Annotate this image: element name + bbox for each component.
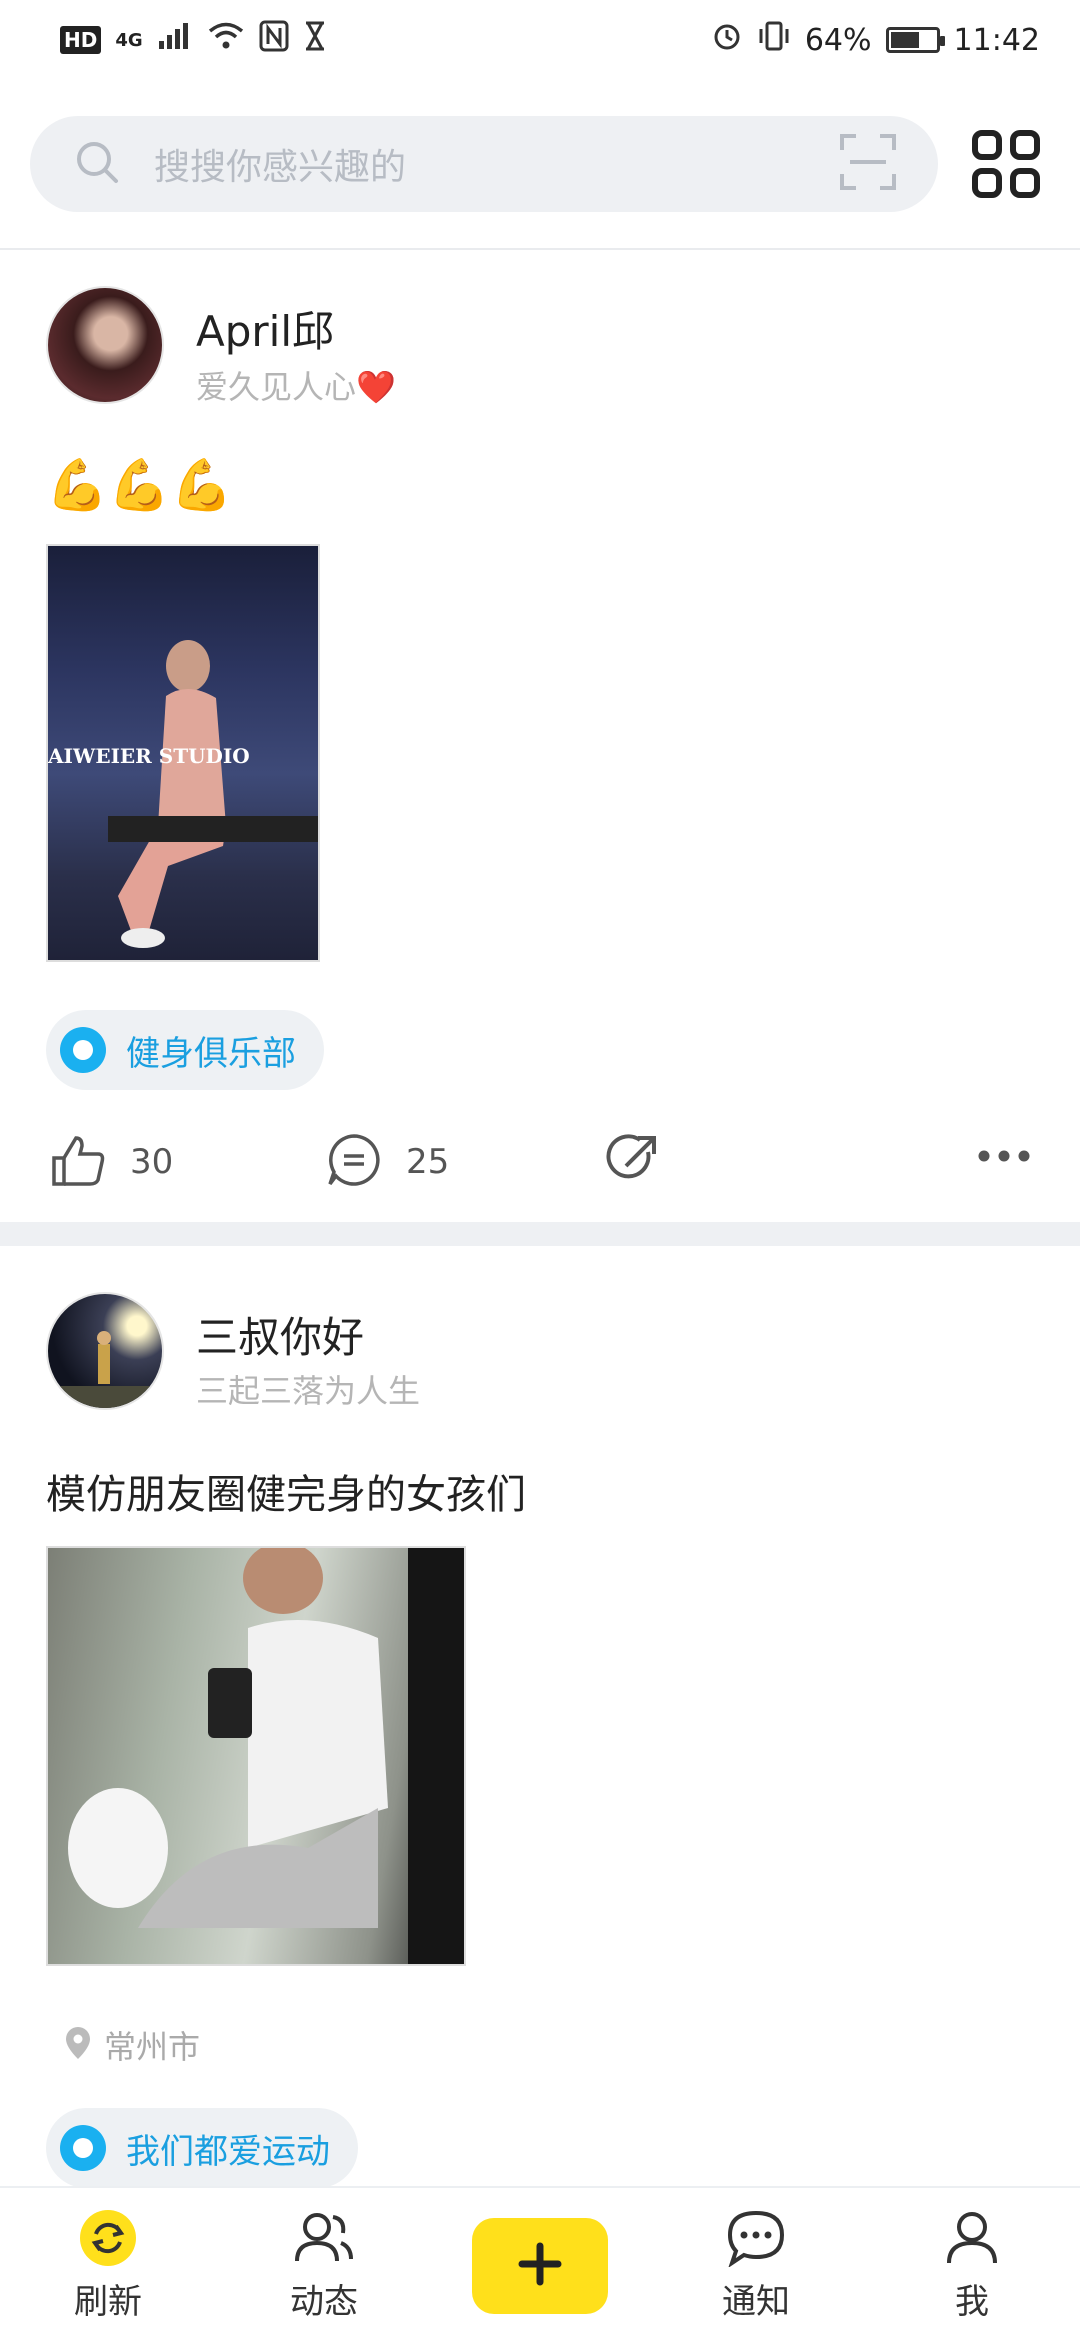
nav-me[interactable]: 我 [892,2188,1052,2340]
share-icon [604,1132,660,1192]
nav-refresh[interactable]: 刷新 [28,2188,188,2340]
photo-watermark: AIWEIER STUDIO [48,744,250,768]
user-icon [943,2206,1001,2270]
search-input[interactable]: 搜搜你感兴趣的 [30,116,938,212]
user-signature: 爱久见人心❤️ [196,368,396,406]
post-card: April邱 爱久见人心❤️ 💪💪💪 AIWEIER STUDIO 健身俱乐部 … [0,252,1080,1222]
vibrate-icon [757,20,791,60]
nav-feed[interactable]: 动态 [244,2188,404,2340]
like-button[interactable]: 30 [50,1132,173,1192]
username[interactable]: April邱 [196,298,334,359]
post-text: 模仿朋友圈健完身的女孩们 [46,1472,526,1518]
comment-icon [326,1132,382,1192]
nav-label: 刷新 [74,2282,142,2322]
post-photo[interactable] [46,1546,466,1966]
hd-badge: HD [60,26,102,54]
apps-grid-icon[interactable] [972,130,1040,198]
post-divider [0,1222,1080,1246]
search-icon [74,139,120,189]
battery-percent: 64% [804,22,872,58]
circle-tag[interactable]: 我们都爱运动 [46,2108,358,2188]
location[interactable]: 常州市 [64,2022,200,2068]
message-icon [726,2206,786,2270]
circle-dot-icon [60,1027,106,1073]
alarm-icon [711,20,743,60]
plus-icon [516,2240,564,2292]
nfc-icon [259,20,289,60]
circle-tag-label: 我们都爱运动 [126,2131,330,2172]
post-actions: 30 25 [0,1132,1080,1212]
refresh-icon [78,2206,138,2270]
battery-fill [890,32,919,48]
wifi-icon [207,21,245,59]
post-add-button[interactable] [472,2218,608,2314]
nav-label: 通知 [722,2282,790,2322]
nav-notifications[interactable]: 通知 [676,2188,836,2340]
nav-label: 我 [955,2282,989,2322]
more-dots-icon [976,1148,1032,1168]
status-left: HD 4G [60,20,327,60]
hourglass-icon [303,20,327,60]
circle-tag[interactable]: 健身俱乐部 [46,1010,324,1090]
network-badge: 4G [115,29,143,51]
search-header: 搜搜你感兴趣的 [0,80,1080,250]
username[interactable]: 三叔你好 [196,1304,364,1365]
location-label: 常州市 [104,2028,201,2066]
status-bar: HD 4G 64% 11:42 [0,0,1080,80]
post-text: 💪💪💪 [46,456,233,514]
thumbs-up-icon [50,1132,106,1192]
post-photo[interactable]: AIWEIER STUDIO [46,544,320,962]
comment-count: 25 [406,1142,450,1182]
location-pin-icon [64,2025,92,2065]
battery-icon [885,27,945,53]
more-button[interactable] [976,1148,1032,1168]
share-button[interactable] [604,1132,660,1192]
like-count: 30 [130,1142,174,1182]
bottom-nav: 刷新 动态 通知 我 [0,2186,1080,2340]
comment-button[interactable]: 25 [326,1132,449,1192]
scan-icon[interactable] [838,132,898,196]
search-placeholder: 搜搜你感兴趣的 [154,147,407,188]
signal-icon [157,21,193,59]
circle-dot-icon [60,2125,106,2171]
circle-tag-label: 健身俱乐部 [126,1033,296,1074]
status-right: 64% 11:42 [711,20,1040,60]
post-card: 三叔你好 三起三落为人生 模仿朋友圈健完身的女孩们 常州市 我们都爱运动 [0,1246,1080,2188]
clock-time: 11:42 [953,22,1040,58]
user-signature: 三起三落为人生 [196,1372,421,1410]
avatar[interactable] [46,1292,164,1410]
nav-label: 动态 [290,2282,358,2322]
avatar[interactable] [46,286,164,404]
people-icon [293,2206,355,2270]
